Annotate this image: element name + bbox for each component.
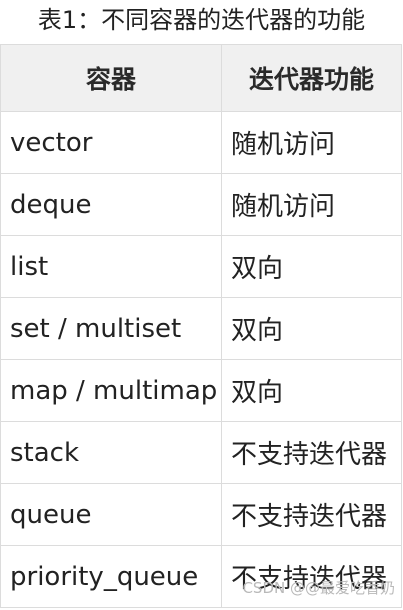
header-container: 容器 [0,44,222,112]
table-row: list 双向 [0,235,402,298]
cell-container: stack [0,421,222,484]
cell-function: 双向 [221,235,402,298]
header-iterator-function: 迭代器功能 [221,44,402,112]
table-header-row: 容器 迭代器功能 [0,44,402,112]
cell-function: 随机访问 [221,173,402,236]
container-iterator-table: 容器 迭代器功能 vector 随机访问 deque 随机访问 list 双向 … [0,44,402,608]
table-row: queue 不支持迭代器 [0,483,402,546]
table-row: stack 不支持迭代器 [0,421,402,484]
cell-container: map / multimap [0,359,222,422]
cell-function: 不支持迭代器 [221,421,402,484]
cell-container: deque [0,173,222,236]
table-row: vector 随机访问 [0,111,402,174]
cell-function: 双向 [221,297,402,360]
table-row: map / multimap 双向 [0,359,402,422]
cell-container: set / multiset [0,297,222,360]
cell-container: priority_queue [0,545,222,608]
csdn-watermark: CSDN @@最爱吃香奶 [242,579,395,597]
table-caption: 表1：不同容器的迭代器的功能 [37,6,366,34]
cell-container: vector [0,111,222,174]
cell-function: 随机访问 [221,111,402,174]
table-row: set / multiset 双向 [0,297,402,360]
cell-function: 不支持迭代器 [221,483,402,546]
cell-container: list [0,235,222,298]
cell-container: queue [0,483,222,546]
table-row: deque 随机访问 [0,173,402,236]
cell-function: 双向 [221,359,402,422]
